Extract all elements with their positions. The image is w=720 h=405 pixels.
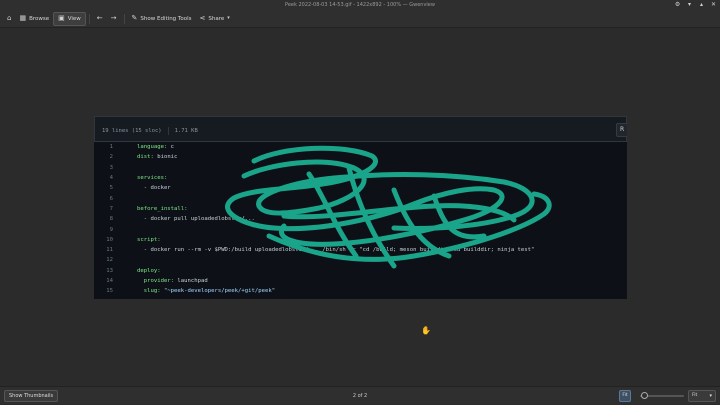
browse-button[interactable]: ▦ Browse [15, 12, 53, 26]
page-counter: 2 of 2 [352, 393, 368, 399]
minimize-icon[interactable]: ▾ [687, 1, 692, 8]
zoom-value: Fit [692, 393, 698, 398]
zoom-select[interactable]: Fit ▾ [688, 390, 716, 402]
home-icon: ⌂ [7, 14, 12, 22]
window-title: Peek 2022-08-03 14-53.gif - 1422x892 - 1… [285, 2, 435, 8]
settings-icon[interactable]: ⚙ [675, 1, 680, 8]
toolbar-divider [88, 13, 90, 24]
status-bar: Show Thumbnails 2 of 2 Fit Fit ▾ [0, 386, 720, 404]
view-label: View [67, 15, 81, 22]
home-button[interactable]: ⌂ [3, 12, 15, 26]
hand-cursor-icon: ✋ [421, 326, 431, 335]
view-icon: ▣ [58, 14, 65, 22]
maximize-icon[interactable]: ▴ [699, 1, 704, 8]
close-icon[interactable]: ✕ [711, 1, 716, 8]
toolbar-divider [123, 13, 125, 24]
back-button[interactable]: ← [93, 12, 107, 26]
editing-tools-button[interactable]: ✎ Show Editing Tools [128, 12, 196, 26]
share-label: Share [208, 15, 225, 22]
chevron-down-icon: ▾ [227, 15, 230, 21]
window-titlebar: Peek 2022-08-03 14-53.gif - 1422x892 - 1… [0, 0, 720, 10]
fit-button[interactable]: Fit [619, 390, 631, 402]
share-icon: ⋖ [199, 14, 206, 22]
forward-button[interactable]: → [107, 12, 121, 26]
window-controls: ⚙ ▾ ▴ ✕ [675, 0, 716, 10]
share-button[interactable]: ⋖ Share ▾ [195, 12, 233, 26]
view-button[interactable]: ▣ View [53, 11, 86, 26]
chevron-down-icon: ▾ [709, 393, 712, 399]
pencil-icon: ✎ [131, 14, 138, 22]
arrow-right-icon: → [110, 14, 117, 22]
browse-icon: ▦ [19, 14, 27, 22]
displayed-image: 19 lines (15 sloc) 1.71 KB R 1 language: … [94, 116, 627, 299]
arrow-left-icon: ← [96, 14, 103, 22]
main-toolbar: ⌂ ▦ Browse ▣ View ← → ✎ Show Editing Too… [0, 10, 720, 28]
browse-label: Browse [29, 15, 50, 22]
green-scribble-annotation [225, 145, 552, 269]
editing-tools-label: Show Editing Tools [140, 15, 192, 22]
